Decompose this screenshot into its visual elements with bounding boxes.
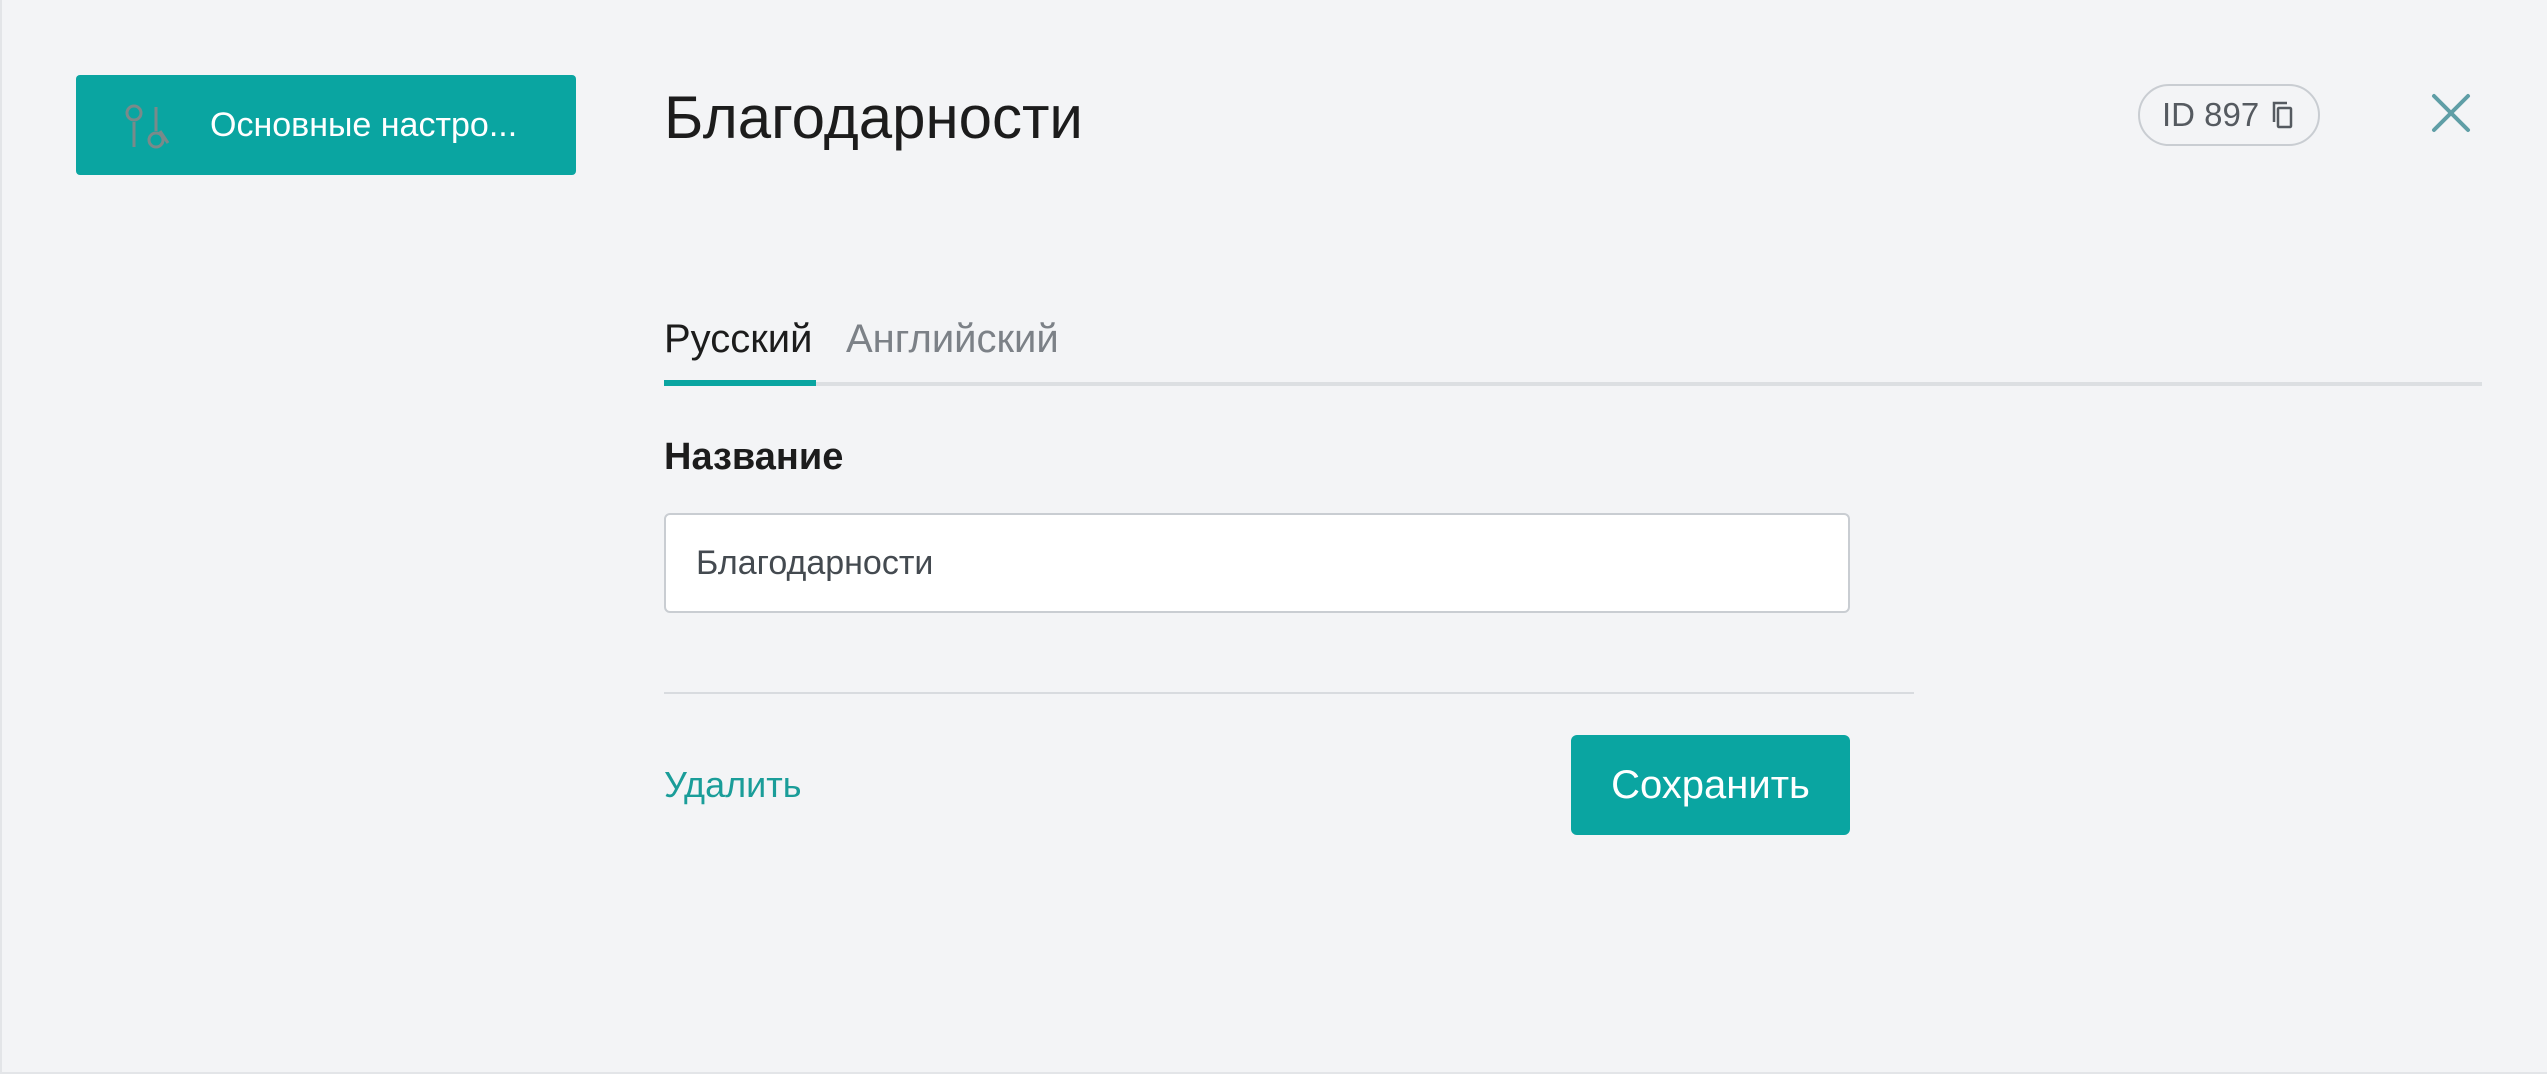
id-badge-text: ID 897 — [2162, 96, 2260, 133]
copy-icon[interactable] — [2269, 100, 2295, 130]
close-button[interactable] — [2428, 90, 2474, 136]
save-button[interactable]: Сохранить — [1571, 735, 1850, 835]
tab-english[interactable]: Английский — [846, 314, 1059, 364]
form-divider — [664, 692, 1914, 694]
language-tabs: Русский Английский — [664, 300, 2482, 388]
delete-link[interactable]: Удалить — [664, 760, 801, 810]
sidebar-item-label: Основные настро... — [210, 106, 518, 144]
settings-sliders-icon — [122, 103, 174, 151]
tab-russian[interactable]: Русский — [664, 314, 812, 364]
tabs-baseline — [664, 382, 2482, 386]
active-tab-indicator — [664, 380, 816, 386]
sidebar-item-main-settings[interactable]: Основные настро... — [76, 75, 576, 175]
left-edge-border — [0, 0, 2, 1074]
name-input[interactable] — [664, 513, 1850, 613]
id-badge[interactable]: ID 897 — [2138, 84, 2320, 146]
page-title: Благодарности — [664, 84, 1083, 151]
close-icon — [2428, 94, 2474, 140]
page: Основные настро... Благодарности ID 897 — [0, 0, 2547, 1074]
name-field-label: Название — [664, 436, 844, 478]
